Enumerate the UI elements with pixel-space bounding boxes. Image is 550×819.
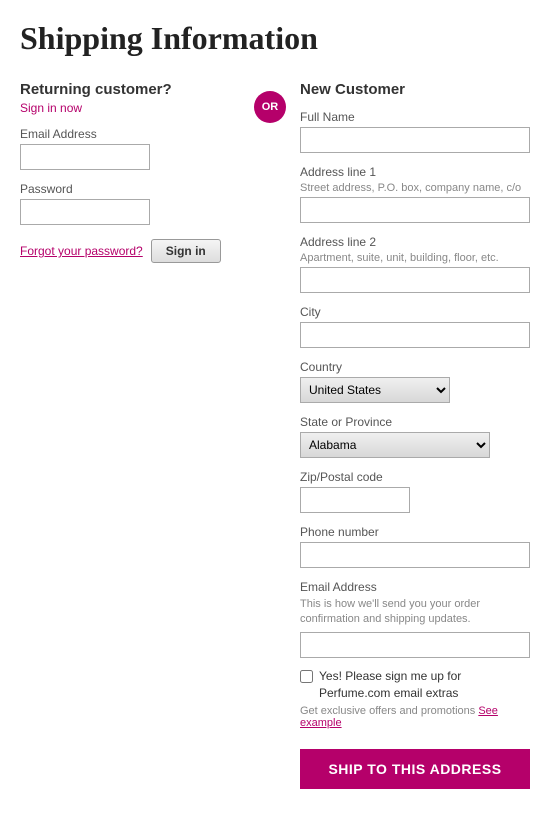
- or-circle: OR: [254, 91, 286, 123]
- full-name-label: Full Name: [300, 110, 530, 124]
- address2-input[interactable]: [300, 267, 530, 293]
- state-label: State or Province: [300, 415, 530, 429]
- city-label: City: [300, 305, 530, 319]
- phone-label: Phone number: [300, 525, 530, 539]
- returning-customer-section: Returning customer? Sign in now Email Ad…: [20, 81, 240, 263]
- returning-email-input[interactable]: [20, 144, 150, 170]
- page-title: Shipping Information: [20, 20, 530, 57]
- forgot-password-link[interactable]: Forgot your password?: [20, 244, 143, 258]
- promo-text: Get exclusive offers and promotions See …: [300, 705, 530, 729]
- address1-input[interactable]: [300, 197, 530, 223]
- returning-title: Returning customer?: [20, 81, 230, 98]
- email-helper: This is how we'll send you your order co…: [300, 597, 530, 628]
- checkbox-text: Yes! Please sign me up for Perfume.com e…: [319, 668, 530, 702]
- country-select[interactable]: United States Canada United Kingdom: [300, 377, 450, 403]
- new-customer-title: New Customer: [300, 81, 530, 98]
- sign-in-button[interactable]: Sign in: [151, 239, 221, 263]
- full-name-input[interactable]: [300, 127, 530, 153]
- address1-label: Address line 1: [300, 165, 530, 179]
- address2-label: Address line 2: [300, 235, 530, 249]
- city-input[interactable]: [300, 322, 530, 348]
- ship-to-address-button[interactable]: SHIP TO THIS ADDRESS: [300, 749, 530, 789]
- new-email-label: Email Address: [300, 580, 530, 594]
- phone-input[interactable]: [300, 542, 530, 568]
- new-email-input[interactable]: [300, 632, 530, 658]
- returning-password-input[interactable]: [20, 199, 150, 225]
- or-divider: OR: [240, 81, 300, 123]
- address2-sublabel: Apartment, suite, unit, building, floor,…: [300, 252, 530, 264]
- state-select[interactable]: Alabama Alaska Arizona Arkansas Californ…: [300, 432, 490, 458]
- sign-in-now-link[interactable]: Sign in now: [20, 101, 82, 115]
- address1-sublabel: Street address, P.O. box, company name, …: [300, 182, 530, 194]
- email-extras-checkbox[interactable]: [300, 670, 313, 683]
- zip-label: Zip/Postal code: [300, 470, 530, 484]
- zip-input[interactable]: [300, 487, 410, 513]
- new-customer-section: New Customer Full Name Address line 1 St…: [300, 81, 530, 789]
- email-label: Email Address: [20, 127, 230, 141]
- password-label: Password: [20, 182, 230, 196]
- country-label: Country: [300, 360, 530, 374]
